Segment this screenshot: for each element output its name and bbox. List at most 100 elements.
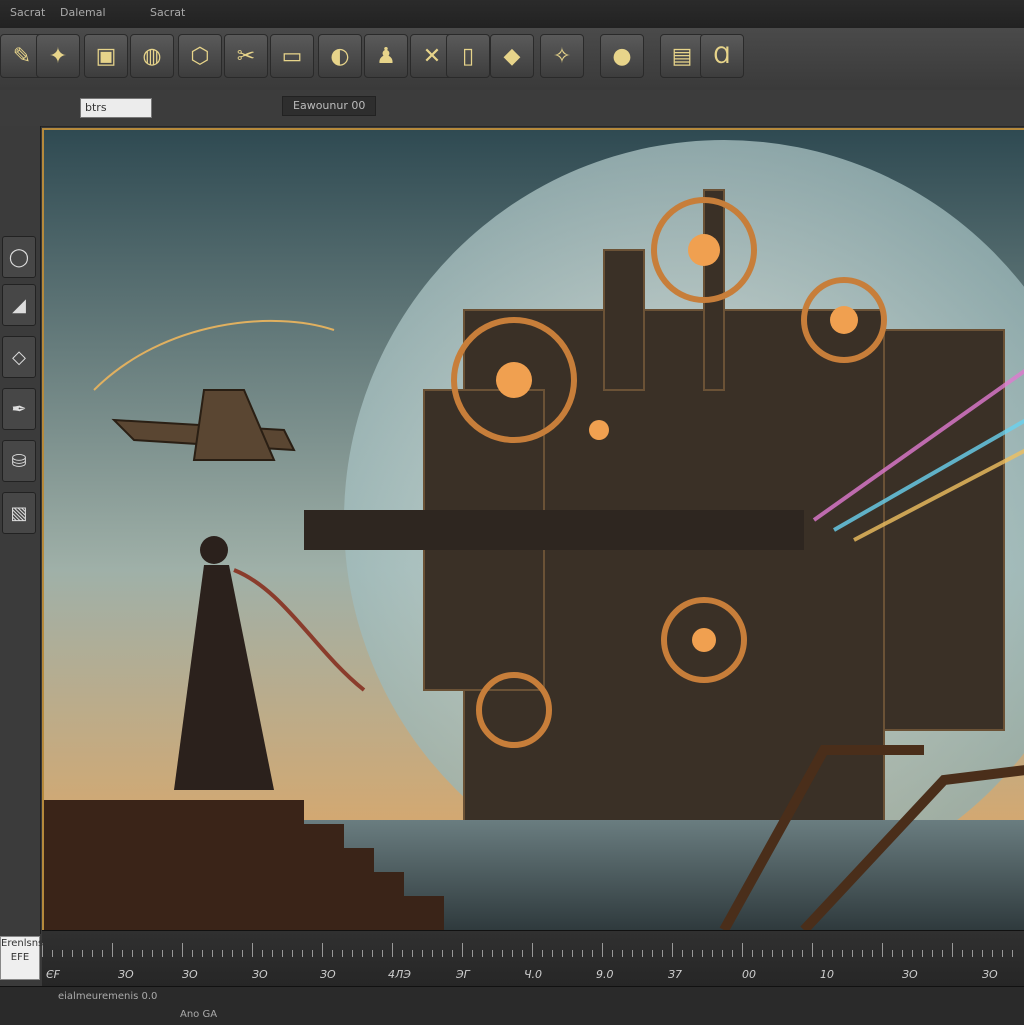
ruler-label: 4ЛЭ [388,968,411,981]
ruler-tick [462,943,463,957]
ruler-tick [352,950,353,957]
ruler-tick [742,943,743,957]
left-toolbar: ◯ ◢ ◇ ✒ ⛁ ▧ [0,126,41,934]
ruler-tick [182,943,183,957]
ruler-tick [842,950,843,957]
ruler-tick [862,950,863,957]
ruler-tick [302,950,303,957]
ruler-tick [492,950,493,957]
ruler-label: З7 [668,968,683,981]
ruler-tick [602,943,603,957]
ruler-tick [922,950,923,957]
ruler-tick [642,950,643,957]
ruler-tick [82,950,83,957]
ellipse-tool-icon[interactable]: ◯ [2,236,36,278]
ruler-label: Ч.0 [524,968,543,981]
ruler-tick [172,950,173,957]
font-icon[interactable]: Ɑ [700,34,744,78]
ruler-tick [392,943,393,957]
ruler-tick [212,950,213,957]
brush-icon[interactable]: ✦ [36,34,80,78]
menu-item-a[interactable]: Sacrat [10,6,45,19]
cut-icon[interactable]: ✂ [224,34,268,78]
file-icon[interactable]: ▯ [446,34,490,78]
ruler-tick [162,950,163,957]
ruler-tick [122,950,123,957]
document-path[interactable]: Eawounur 00 [282,96,377,116]
ruler-tick [882,943,883,957]
ruler-tick [592,950,593,957]
menu-item-b[interactable]: Dalemal [60,6,106,19]
crop-tool-icon[interactable]: ◢ [2,284,36,326]
ruler-label: ЗО [982,968,998,981]
tag-icon[interactable]: ◆ [490,34,534,78]
ruler-tick [752,950,753,957]
top-menu-bar: Sacrat Dalemal Sacrat [0,0,1024,29]
ruler-tick [802,950,803,957]
ruler-tick [852,950,853,957]
ruler-tick [542,950,543,957]
ruler-tick [582,950,583,957]
grid-tool-icon[interactable]: ◇ [2,336,36,378]
ruler-tick [822,950,823,957]
shape-icon[interactable]: ⬡ [178,34,222,78]
ruler-label: 00 [742,968,756,981]
timeline-ruler[interactable]: ЄF ЗО ЗО ЗО ЗО 4ЛЭ ЭГ Ч.0 9.0 З7 00 10 З… [42,930,1024,987]
layer-icon[interactable]: ▣ [84,34,128,78]
ruler-tick [192,950,193,957]
ruler-tick [332,950,333,957]
ruler-tick [562,950,563,957]
ruler-tick [792,950,793,957]
ruler-tick [202,950,203,957]
ruler-tick [692,950,693,957]
ruler-tick [932,950,933,957]
ruler-tick [472,950,473,957]
ruler-tick [612,950,613,957]
ruler-tick [222,950,223,957]
ruler-tick [102,950,103,957]
ruler-tick [362,950,363,957]
ruler-tick [982,950,983,957]
ruler-tick [622,950,623,957]
ruler-tick [672,943,673,957]
figure-icon[interactable]: ♟ [364,34,408,78]
quill-tool-icon[interactable]: ✒ [2,388,36,430]
artwork-canvas[interactable] [42,128,1024,930]
menu-item-c[interactable]: Sacrat [150,6,185,19]
ruler-label: ЗО [182,968,198,981]
value-field[interactable]: btrs [80,98,152,118]
ruler-label: 9.0 [596,968,614,981]
ruler-tick [92,950,93,957]
ruler-tick [262,950,263,957]
ruler-tick [62,950,63,957]
ruler-tick [992,950,993,957]
ruler-label: ЗО [118,968,134,981]
transform-icon[interactable]: ✧ [540,34,584,78]
image-tool-icon[interactable]: ▧ [2,492,36,534]
ruler-tick [1002,950,1003,957]
color-icon[interactable]: ◍ [130,34,174,78]
record-icon[interactable]: ● [600,34,644,78]
ruler-tick [512,950,513,957]
ruler-tick [132,950,133,957]
ruler-tick [272,950,273,957]
ruler-tick [112,943,113,957]
ruler-label: ЭГ [456,968,470,981]
ruler-tick [452,950,453,957]
ruler-tick [712,950,713,957]
ruler-tick [412,950,413,957]
ruler-label: 10 [820,968,834,981]
mask-icon[interactable]: ◐ [318,34,362,78]
paint-bucket-icon[interactable]: ⛁ [2,440,36,482]
ruler-tick [72,950,73,957]
ruler-tick [682,950,683,957]
frame-icon[interactable]: ▭ [270,34,314,78]
ruler-tick [152,950,153,957]
ruler-label: ЗО [320,968,336,981]
stamp-icon[interactable]: ▤ [660,34,704,78]
ruler-tick [972,950,973,957]
options-bar: btrs Eawounur 00 [0,90,1024,127]
ruler-tick [322,943,323,957]
ruler-tick [902,950,903,957]
ruler-tick [372,950,373,957]
